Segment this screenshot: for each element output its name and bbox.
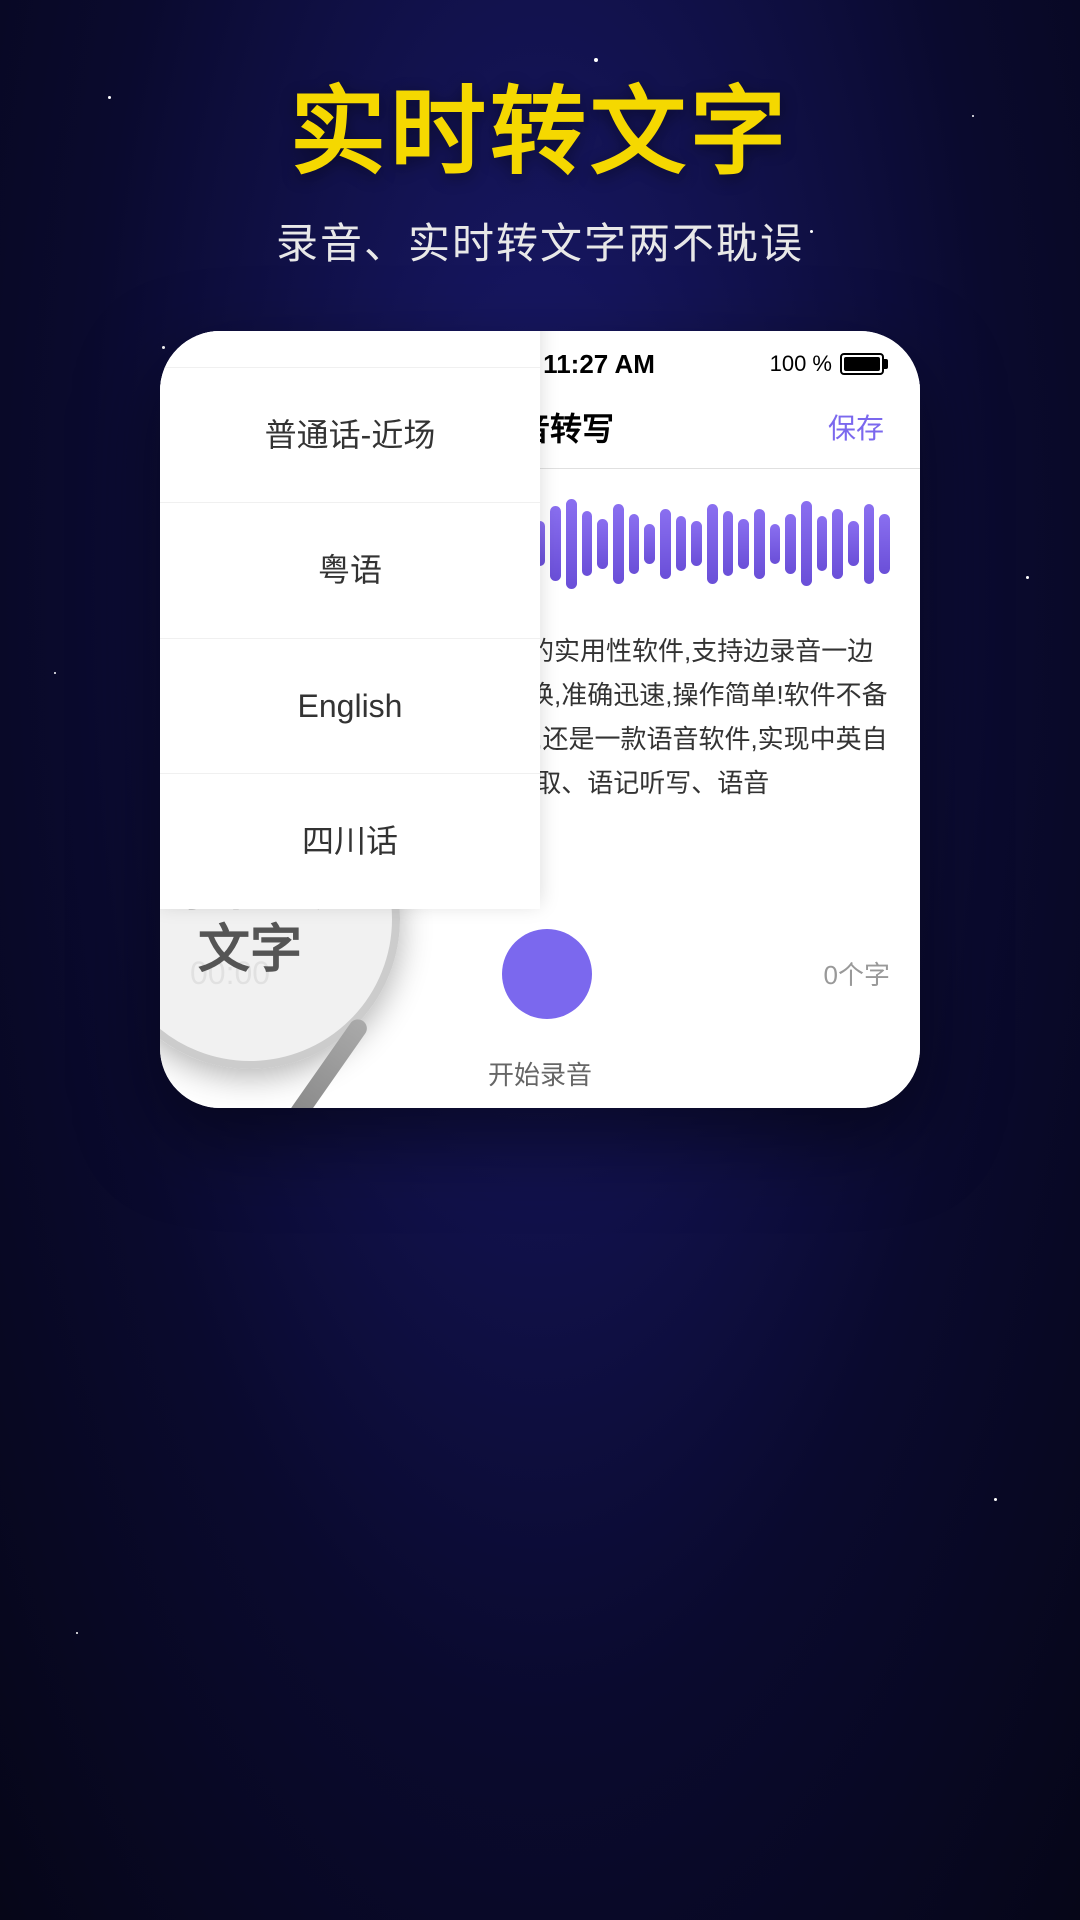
phone-mockup: Applidium 📶 11:27 AM 100 % ‹ 实时语音转写 保存 [160, 331, 920, 1108]
wave-bar [676, 516, 687, 571]
dropdown-item-1[interactable]: 普通话-近场 [160, 368, 540, 503]
hero-subtitle: 录音、实时转文字两不耽误 [0, 210, 1080, 271]
hero-section: 实时转文字 录音、实时转文字两不耽误 [0, 0, 1080, 271]
save-button[interactable]: 保存 [828, 407, 884, 447]
wave-bar [864, 504, 875, 584]
start-label: 开始录音 [488, 1060, 592, 1090]
wave-bar [691, 521, 702, 566]
wave-bar [817, 516, 828, 571]
record-button[interactable] [502, 929, 592, 1019]
dropdown-item-4[interactable]: 四川话 [160, 774, 540, 908]
wave-bar [550, 506, 561, 581]
battery-fill [844, 357, 880, 371]
battery-bar [840, 353, 884, 375]
wave-bar [566, 499, 577, 589]
hero-title: 实时转文字 [0, 80, 1080, 186]
wave-bar [597, 519, 608, 569]
language-dropdown[interactable]: 普通话-远场普通话-近场粤语English四川话 [160, 331, 540, 909]
wave-bar [723, 511, 734, 576]
dropdown-item-3[interactable]: English [160, 639, 540, 774]
star [994, 1498, 997, 1501]
battery-icon [840, 353, 884, 375]
wave-bar [848, 521, 859, 566]
wave-bar [582, 511, 593, 576]
wave-bar [738, 519, 749, 569]
star [76, 1632, 78, 1634]
magnifier-handle [287, 1015, 371, 1107]
char-count: 0个字 [824, 955, 890, 992]
wave-bar [613, 504, 624, 584]
dropdown-item-0[interactable]: 普通话-远场 [160, 331, 540, 368]
wave-bar [879, 514, 890, 574]
wave-bar [754, 509, 765, 579]
wave-bar [629, 514, 640, 574]
status-time: 11:27 AM [543, 349, 655, 380]
wave-bar [660, 509, 671, 579]
battery-percent: 100 % [770, 351, 832, 377]
dropdown-item-2[interactable]: 粤语 [160, 503, 540, 638]
wave-bar [785, 514, 796, 574]
status-right: 100 % [770, 351, 884, 377]
content-area: 是一款支持实时录音转换文字的实用性软件,支持边录音一边转，工作录音文件进行文字转… [160, 609, 920, 909]
magnifier-line2: 文字 [198, 921, 302, 979]
wave-bar [801, 501, 812, 586]
phone-wrapper: Applidium 📶 11:27 AM 100 % ‹ 实时语音转写 保存 [0, 331, 1080, 1108]
wave-bar [644, 524, 655, 564]
wave-bar [707, 504, 718, 584]
wave-bar [832, 509, 843, 579]
wave-bar [770, 524, 781, 564]
